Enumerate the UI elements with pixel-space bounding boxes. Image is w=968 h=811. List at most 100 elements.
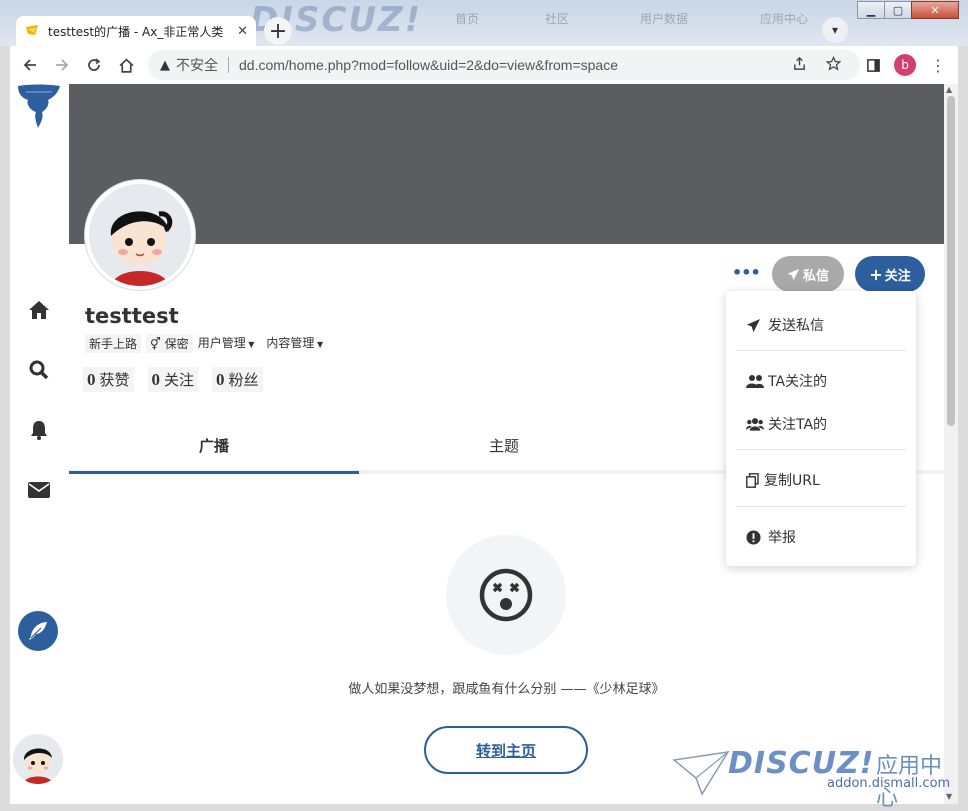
window-titlebar: DISCUZ! 首页 社区 用户数据 应用中心 testtest的广播 - Ax…	[0, 0, 968, 46]
sidebar-panel-icon[interactable]	[857, 49, 889, 81]
menu-item-label: 举报	[768, 530, 796, 546]
tab-close-icon[interactable]: ✕	[237, 24, 248, 39]
content-management-label: 内容管理	[266, 336, 315, 350]
group-icon	[746, 417, 764, 431]
menu-divider	[736, 449, 906, 450]
site-logo-icon[interactable]	[16, 84, 62, 134]
stat-label: 关注	[164, 371, 195, 389]
page-scrollbar[interactable]: ▲ ▼	[944, 84, 958, 804]
scroll-up-icon[interactable]: ▲	[946, 85, 952, 94]
private-message-label: 私信	[802, 268, 829, 284]
stat-label: 粉丝	[228, 371, 259, 389]
gender-badge: ⚥ 保密	[146, 334, 193, 353]
plus-icon: +	[869, 264, 883, 284]
usergroup-badge: 新手上路	[85, 334, 142, 353]
users-icon	[746, 374, 764, 388]
address-separator	[228, 57, 229, 73]
browser-menu-icon[interactable]: ⋮	[922, 49, 954, 81]
home-icon[interactable]	[110, 49, 142, 81]
caret-down-icon: ▼	[314, 340, 324, 349]
profile-avatar	[85, 180, 195, 290]
menu-item-label: TA关注的	[768, 374, 828, 390]
left-nav-rail	[10, 84, 69, 804]
stat-label: 获赞	[99, 371, 130, 389]
stat-followers[interactable]: 0 粉丝	[212, 367, 263, 392]
profile-cover	[69, 84, 944, 244]
user-management-label: 用户管理	[197, 336, 246, 350]
bookmark-star-icon[interactable]	[825, 55, 842, 75]
background-menu-item: 用户数据	[640, 12, 689, 26]
menu-item-label: 复制URL	[764, 473, 820, 489]
empty-state-quote: 做人如果没梦想，跟咸鱼有什么分别 ——《少林足球》	[348, 682, 665, 697]
warning-icon: ▲	[160, 57, 170, 73]
maximize-button[interactable]: ▢	[884, 1, 912, 19]
menu-divider	[736, 506, 906, 507]
tab-broadcast[interactable]: 广播	[69, 424, 359, 474]
stat-likes[interactable]: 0 获赞	[83, 367, 134, 392]
menu-item-label: 关注TA的	[768, 417, 828, 433]
url-text[interactable]: dd.com/home.php?mod=follow&uid=2&do=view…	[239, 57, 618, 73]
stat-count: 0	[87, 370, 96, 389]
gender-icon: ⚥	[150, 337, 165, 351]
profile-username: testtest	[85, 304, 179, 328]
discuz-watermark: DISCUZ! 应用中心 addon.dismall.com	[672, 744, 962, 811]
dizzy-face-icon	[479, 568, 533, 622]
menu-item-following[interactable]: TA关注的	[746, 371, 827, 391]
background-menu-item: 应用中心	[760, 12, 809, 26]
stat-count: 0	[216, 370, 225, 389]
address-bar[interactable]: ▲ 不安全 dd.com/home.php?mod=follow&uid=2&d…	[148, 50, 860, 80]
paper-plane-icon	[746, 318, 764, 333]
insecure-label: 不安全	[176, 58, 218, 74]
window-controls: ▁ ▢ ✕	[857, 1, 959, 19]
browser-tab[interactable]: testtest的广播 - Ax_非正常人类 ✕	[16, 16, 256, 46]
forward-arrow-icon[interactable]	[46, 49, 78, 81]
share-icon[interactable]	[792, 56, 807, 75]
paper-plane-icon	[787, 268, 800, 280]
close-window-button[interactable]: ✕	[911, 1, 959, 19]
user-management-dropdown[interactable]: 用户管理 ▼	[198, 334, 255, 353]
menu-item-copy-url[interactable]: 复制URL	[746, 470, 820, 490]
nav-bell-icon[interactable]	[24, 415, 54, 445]
back-arrow-icon[interactable]	[14, 49, 46, 81]
menu-item-report[interactable]: 举报	[746, 527, 796, 547]
nav-mail-icon[interactable]	[24, 475, 54, 505]
profile-tags: 新手上路 ⚥ 保密 用户管理 ▼ 内容管理 ▼	[85, 334, 335, 353]
favicon-icon	[24, 23, 40, 39]
content-management-dropdown[interactable]: 内容管理 ▼	[266, 334, 323, 353]
background-menu-item: 首页	[455, 12, 480, 26]
copy-icon	[746, 472, 760, 488]
gender-label: 保密	[164, 337, 189, 351]
tab-search-button[interactable]: ▾	[822, 17, 848, 43]
empty-state-illustration	[446, 535, 566, 655]
nav-home-icon[interactable]	[24, 295, 54, 325]
go-home-button[interactable]: 转到主页	[424, 726, 588, 774]
current-user-avatar[interactable]	[13, 734, 63, 784]
menu-item-label: 发送私信	[768, 318, 824, 334]
tab-title: testtest的广播 - Ax_非正常人类	[48, 24, 224, 39]
scrollbar-thumb[interactable]	[947, 96, 955, 426]
reload-icon[interactable]	[78, 49, 110, 81]
minimize-button[interactable]: ▁	[857, 1, 885, 19]
menu-item-followers[interactable]: 关注TA的	[746, 414, 827, 434]
menu-item-send-pm[interactable]: 发送私信	[746, 315, 824, 335]
follow-label: 关注	[884, 268, 911, 284]
more-options-icon[interactable]: •••	[732, 263, 761, 282]
profile-stats: 0 获赞 0 关注 0 粉丝	[83, 367, 277, 392]
page-content: testtest 新手上路 ⚥ 保密 用户管理 ▼ 内容管理 ▼ 0 获赞 0 关注…	[10, 84, 944, 804]
follow-button[interactable]: + 关注	[855, 256, 925, 292]
browser-toolbar: ▲ 不安全 dd.com/home.php?mod=follow&uid=2&d…	[10, 46, 958, 84]
watermark-domain: addon.dismall.com	[827, 776, 951, 791]
stat-following[interactable]: 0 关注	[147, 367, 199, 392]
more-options-menu: 发送私信 TA关注的 关注TA的 复制URL 举报	[726, 291, 916, 566]
background-menu-item: 社区	[545, 12, 570, 26]
compose-feather-button[interactable]	[18, 611, 58, 651]
new-tab-button[interactable]: +	[264, 17, 292, 45]
private-message-button[interactable]: 私信	[772, 256, 844, 292]
stat-count: 0	[151, 370, 161, 389]
browser-profile-avatar[interactable]: b	[894, 54, 916, 76]
paper-plane-logo-icon	[672, 751, 730, 796]
nav-search-icon[interactable]	[24, 355, 54, 385]
caret-down-icon: ▼	[245, 340, 255, 349]
exclamation-circle-icon	[746, 529, 764, 545]
tab-threads[interactable]: 主题	[359, 424, 649, 470]
